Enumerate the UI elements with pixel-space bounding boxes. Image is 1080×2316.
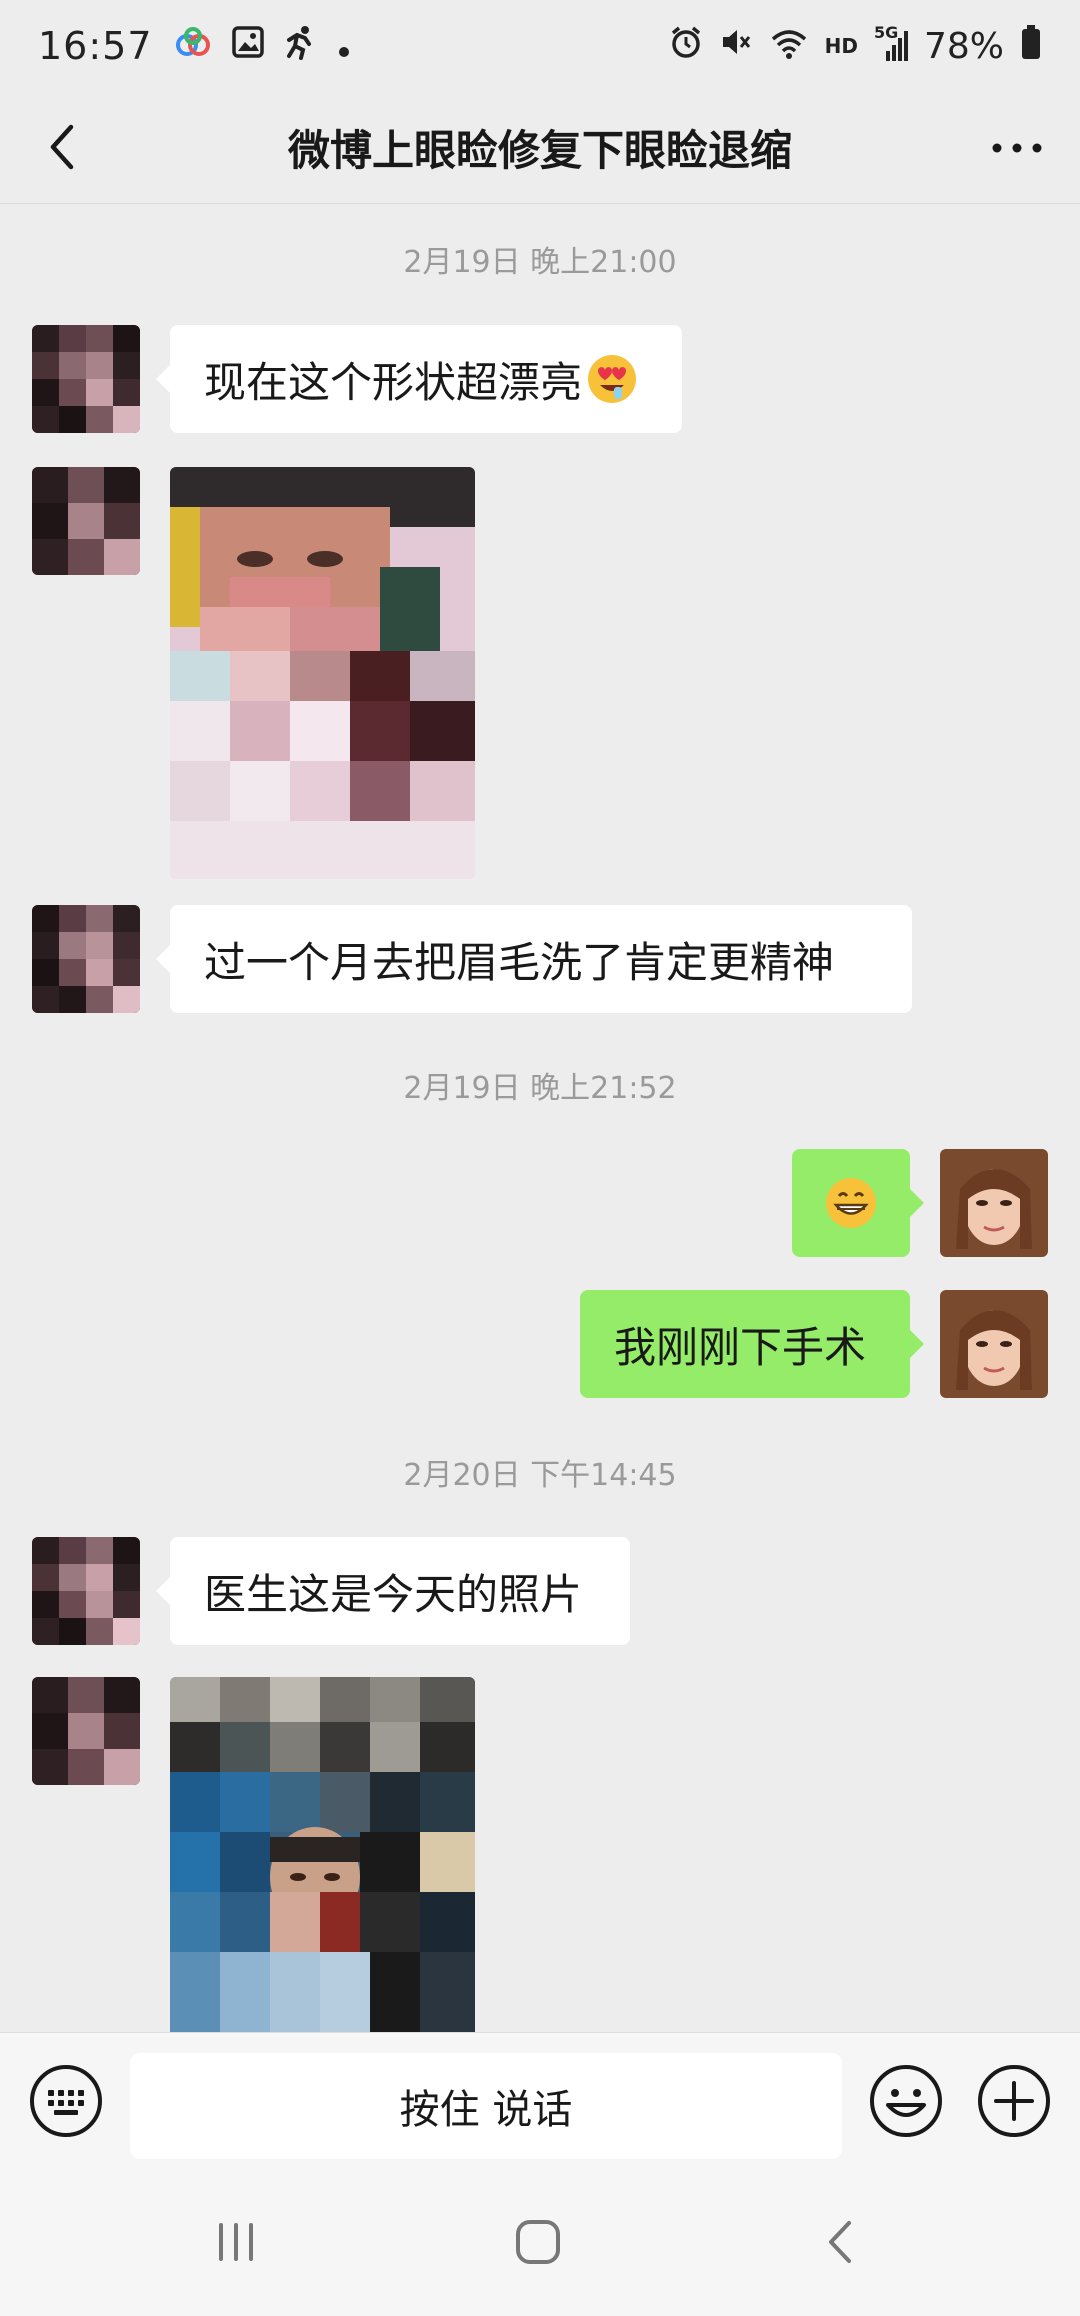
input-bar: 按住 说话 xyxy=(0,2032,1080,2172)
message-bubble[interactable]: 医生这是今天的照片 xyxy=(156,1537,630,1645)
avatar[interactable] xyxy=(940,1149,1048,1257)
dot-icon xyxy=(337,24,351,68)
message-row: 现在这个形状超漂亮 xyxy=(0,325,1080,435)
message-row xyxy=(0,1677,1080,2035)
status-time: 16:57 xyxy=(38,24,153,68)
gallery-icon xyxy=(231,24,265,68)
message-bubble[interactable]: 过一个月去把眉毛洗了肯定更精神 xyxy=(156,905,912,1013)
chevron-left-icon xyxy=(43,121,83,177)
recents-button[interactable] xyxy=(196,2212,276,2276)
signal-label: 5G xyxy=(873,23,899,42)
mute-icon xyxy=(719,24,753,68)
battery-percent: 78% xyxy=(923,25,1004,67)
keyboard-icon xyxy=(28,2063,104,2143)
message-row: 过一个月去把眉毛洗了肯定更精神 xyxy=(0,905,1080,1015)
home-icon xyxy=(513,2217,563,2271)
avatar[interactable] xyxy=(32,325,140,433)
message-text: 过一个月去把眉毛洗了肯定更精神 xyxy=(204,937,835,987)
status-bar: 16:57 HD 5G 78% xyxy=(0,0,1080,92)
chat-screen: 16:57 HD 5G 78% 微博上眼睑修复下眼睑退缩 2月19日 晚上21:… xyxy=(0,0,1080,2316)
more-button[interactable] xyxy=(982,114,1052,184)
chat-title: 微博上眼睑修复下眼睑退缩 xyxy=(287,126,792,175)
message-list[interactable]: 2月19日 晚上21:00 现在这个形状超漂亮 过一个月去把眉毛洗了肯定更精神 … xyxy=(0,205,1080,2035)
avatar[interactable] xyxy=(32,467,140,575)
message-text: 现在这个形状超漂亮 xyxy=(204,357,583,407)
message-text: 我刚刚下手术 xyxy=(614,1322,867,1372)
running-man-icon xyxy=(283,24,319,69)
status-right-icons: HD 5G 78% xyxy=(669,23,1042,69)
message-row: 我刚刚下手术 xyxy=(0,1290,1080,1400)
cloud-icon xyxy=(173,24,213,68)
back-nav-button[interactable] xyxy=(800,2212,880,2276)
status-left-icons xyxy=(173,24,351,69)
message-row: 医生这是今天的照片 xyxy=(0,1537,1080,1647)
avatar[interactable] xyxy=(32,905,140,1013)
back-nav-icon xyxy=(815,2217,865,2271)
back-button[interactable] xyxy=(28,114,98,184)
signal-icon: 5G xyxy=(874,23,908,63)
image-message[interactable] xyxy=(170,1677,475,2035)
hold-to-talk-button[interactable]: 按住 说话 xyxy=(130,2053,842,2159)
avatar[interactable] xyxy=(32,1677,140,1785)
message-bubble[interactable] xyxy=(792,1149,924,1257)
timestamp: 2月19日 晚上21:52 xyxy=(403,1071,677,1106)
more-dots-icon xyxy=(991,140,1043,159)
image-message[interactable] xyxy=(170,467,475,879)
emoji-button[interactable] xyxy=(864,2061,948,2145)
avatar[interactable] xyxy=(940,1290,1048,1398)
message-text: 医生这是今天的照片 xyxy=(204,1569,583,1619)
timestamp: 2月20日 下午14:45 xyxy=(403,1458,677,1493)
network-label: HD xyxy=(824,34,858,58)
avatar[interactable] xyxy=(32,1537,140,1645)
grinning-emoji xyxy=(824,1176,878,1230)
keyboard-toggle-button[interactable] xyxy=(24,2061,108,2145)
message-bubble[interactable]: 现在这个形状超漂亮 xyxy=(156,325,682,433)
message-row xyxy=(0,1149,1080,1259)
message-bubble[interactable]: 我刚刚下手术 xyxy=(580,1290,924,1398)
battery-icon xyxy=(1020,24,1042,69)
message-row xyxy=(0,467,1080,879)
wifi-icon xyxy=(769,24,809,68)
home-button[interactable] xyxy=(498,2212,578,2276)
hold-to-talk-label: 按住 说话 xyxy=(399,2087,573,2133)
more-functions-button[interactable] xyxy=(972,2061,1056,2145)
smiley-icon xyxy=(868,2063,944,2143)
timestamp: 2月19日 晚上21:00 xyxy=(403,245,677,280)
heart-eyes-emoji xyxy=(586,353,638,405)
plus-circle-icon xyxy=(976,2063,1052,2143)
recents-icon xyxy=(211,2217,261,2271)
chat-header: 微博上眼睑修复下眼睑退缩 xyxy=(0,92,1080,204)
alarm-icon xyxy=(669,24,703,68)
system-nav-bar xyxy=(0,2172,1080,2316)
